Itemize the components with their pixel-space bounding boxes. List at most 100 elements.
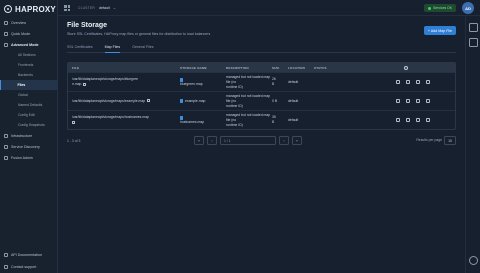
sidebar-item-label: Overview [11,20,26,25]
sidebar-subitem-named-defaults[interactable]: Named Defaults [0,100,58,110]
row-actions [394,118,455,122]
pagination-range: 1 - 3 of 3 [67,139,81,143]
description-text-cont: runtime ID) [226,122,243,127]
edit-icon[interactable] [406,99,410,103]
size-unit: B [272,82,275,86]
api-docs-icon [4,253,8,257]
sidebar-subitem-all-sections[interactable]: All Sections [0,50,58,60]
rows-per-page-select[interactable]: 10 [444,136,456,145]
infrastructure-icon [4,133,8,138]
table-row[interactable]: /var/lib/dataplaneapi/storage/maps/hostn… [68,110,455,129]
sidebar-item-service-discovery[interactable]: Service Discovery [0,141,58,152]
copy-icon[interactable] [72,120,75,124]
overview-icon [4,20,8,25]
tabs: SSL Certificates Map Files General Files [67,42,456,53]
help-icon[interactable] [469,256,478,265]
sidebar-item-advanced-mode[interactable]: Advanced Mode [0,39,58,50]
settings-icon[interactable] [396,80,400,84]
storage-name[interactable]: bluegreen.map [180,82,226,87]
column-header-size[interactable]: SIZE [272,66,288,70]
storage-name-cell: hostnames.map [180,115,226,124]
service-discovery-icon [4,144,8,149]
avatar[interactable]: AD [462,2,474,14]
sidebar-item-label: Quick Mode [11,31,31,36]
sidebar-item-overview[interactable]: Overview [0,17,58,28]
sidebar-subitem-config-snapshots[interactable]: Config Snapshots [0,120,58,130]
delete-icon[interactable] [426,80,430,84]
cluster-label: CLUSTER [78,5,95,10]
sidebar-bottom: API Documentation Contact support [0,249,58,273]
brand-name: HAPROXY [15,4,56,14]
right-rail [465,16,480,273]
app-grid-icon[interactable] [64,5,70,11]
topbar: CLUSTER default ⌄ Services OK AD [58,0,480,16]
column-header-file[interactable]: FILE [68,66,180,70]
sidebar-subitem-backends[interactable]: Backends [0,70,58,80]
duplicate-icon[interactable] [416,118,420,122]
brand[interactable]: HAPROXY [4,4,56,14]
storage-name[interactable]: hostnames.map [180,120,226,125]
first-page-icon[interactable]: « [194,136,204,145]
sidebar-subitem-frontends[interactable]: Frontends [0,60,58,70]
copy-icon[interactable] [83,82,87,86]
file-icon [180,115,183,120]
chevron-down-icon[interactable]: ⌄ [113,5,116,10]
tab-map-files[interactable]: Map Files [104,42,121,53]
description-text-cont: runtime ID) [226,103,243,108]
settings-icon[interactable] [396,118,400,122]
sidebar-item-infrastructure[interactable]: Infrastructure [0,130,58,141]
panel-toggle-icon[interactable] [469,23,478,32]
duplicate-icon[interactable] [416,80,420,84]
sidebar-item-fusion-admin[interactable]: Fusion Admin [0,152,58,163]
column-header-storage-name[interactable]: STORAGE NAME [180,66,226,70]
cluster-select[interactable]: default [99,6,110,10]
sidebar-item-quick-mode[interactable]: Quick Mode [0,28,58,39]
edit-icon[interactable] [406,80,410,84]
sidebar-item-label: API Documentation [11,253,42,257]
pagination: « ‹ 1 / 1 › » [194,136,302,145]
sidebar-subitem-config-edit[interactable]: Config Edit [0,110,58,120]
column-header-status[interactable]: STATUS [314,66,394,70]
rows-per-page-label: Results per page [416,138,442,142]
services-status-badge[interactable]: Services OK [424,4,456,12]
edit-icon[interactable] [406,118,410,122]
column-header-description[interactable]: DESCRIPTION [226,66,272,70]
main-content: File Storage Store SSL Certificates, HAP… [58,16,465,273]
column-header-actions [394,65,455,70]
grid-view-icon[interactable] [469,38,478,47]
storage-name[interactable]: example.map [185,99,205,103]
file-path-cell: /var/lib/dataplaneapi/storage/maps/hostn… [68,115,180,125]
prev-page-icon[interactable]: ‹ [207,136,217,145]
description-text-cont: runtime ID) [226,84,243,89]
advanced-mode-icon [4,42,8,47]
duplicate-icon[interactable] [416,99,420,103]
file-path-cell: /var/lib/dataplaneapi/storage/maps/examp… [68,99,180,104]
page-title: File Storage [67,22,108,29]
table-row[interactable]: /var/lib/dataplaneapi/storage/maps/blueg… [68,72,455,91]
settings-icon[interactable] [396,99,400,103]
sidebar-item-label: Infrastructure [11,133,33,138]
storage-name-cell: example.map [180,99,226,104]
row-actions [394,80,455,84]
tab-general-files[interactable]: General Files [132,42,153,53]
table-row[interactable]: /var/lib/dataplaneapi/storage/maps/examp… [68,91,455,110]
sidebar-item-contact-support[interactable]: Contact support [0,261,58,273]
last-page-icon[interactable]: » [292,136,302,145]
copy-icon[interactable] [147,99,151,103]
page-input[interactable]: 1 / 1 [220,136,276,145]
column-header-location[interactable]: LOCATION [288,66,314,70]
tab-ssl-certificates[interactable]: SSL Certificates [67,42,93,53]
sidebar-item-api-docs[interactable]: API Documentation [0,249,58,261]
size-cell: 26 B [272,77,288,87]
sidebar-subitem-global[interactable]: Global [0,90,58,100]
map-files-table: FILE STORAGE NAME DESCRIPTION SIZE LOCAT… [67,62,456,130]
delete-icon[interactable] [426,99,430,103]
add-map-file-button[interactable]: + Add Map File [423,26,456,35]
sidebar-item-label: Contact support [11,265,37,269]
sidebar-subitem-files[interactable]: Files [0,80,58,90]
next-page-icon[interactable]: › [279,136,289,145]
description-text: managed but not loaded map file (no [226,112,271,122]
column-settings-icon[interactable] [404,65,408,70]
delete-icon[interactable] [426,118,430,122]
size-cell: 0 B [272,99,278,103]
